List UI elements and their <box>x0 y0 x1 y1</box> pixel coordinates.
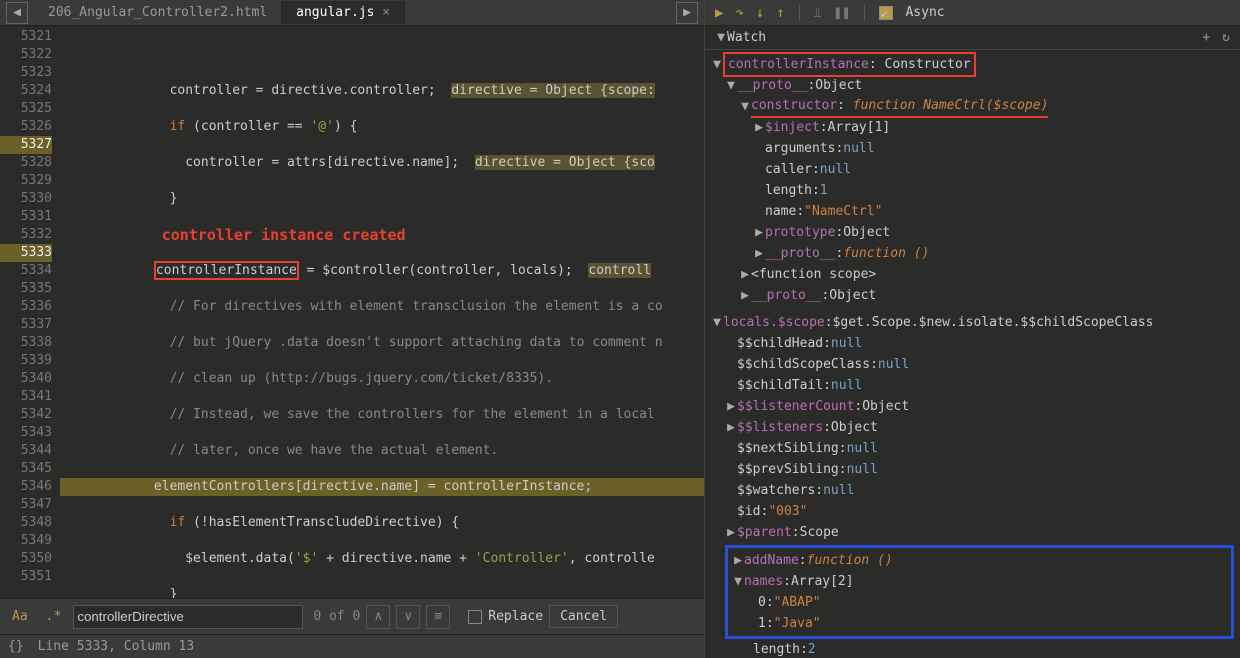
async-label: Async <box>905 5 944 20</box>
run-icon[interactable]: ▶ <box>676 2 698 24</box>
line-gutter: 532153225323532453255326 532753285329533… <box>0 26 60 598</box>
braces-icon[interactable]: {} <box>8 639 24 654</box>
highlight-box: controllerInstance <box>154 261 299 280</box>
search-input[interactable] <box>73 605 303 629</box>
constructor-highlight: constructor: function NameCtrl($scope) <box>751 95 1048 118</box>
tab-file2[interactable]: angular.js × <box>282 1 405 24</box>
filter-button[interactable]: ≡ <box>426 605 450 629</box>
search-bar: Aa .* 0 of 0 ∧ ∨ ≡ Replace Cancel <box>0 598 704 634</box>
cancel-button[interactable]: Cancel <box>549 605 618 628</box>
watch-entry-highlight: controllerInstance: Constructor <box>723 52 976 77</box>
replace-checkbox[interactable] <box>468 610 482 624</box>
deactivate-icon[interactable]: ⫫ <box>814 5 822 21</box>
search-count: 0 of 0 <box>313 609 360 624</box>
sidebar-toggle-icon[interactable]: ◀ <box>6 2 28 24</box>
code-editor[interactable]: 532153225323532453255326 532753285329533… <box>0 26 704 598</box>
resume-icon[interactable]: ▶ <box>715 5 723 21</box>
tab-file1[interactable]: 206_Angular_Controller2.html <box>34 1 282 24</box>
step-out-icon[interactable]: ↑ <box>776 5 784 21</box>
step-into-icon[interactable]: ↓ <box>756 5 764 21</box>
debug-toolbar: ▶ ↷ ↓ ↑ ⫫ ❚❚ ✓ Async <box>705 0 1240 26</box>
case-toggle[interactable]: Aa <box>6 607 34 626</box>
refresh-icon[interactable]: ↻ <box>1222 30 1230 45</box>
step-over-icon[interactable]: ↷ <box>735 5 743 21</box>
add-watch-icon[interactable]: + <box>1202 30 1210 45</box>
regex-toggle[interactable]: .* <box>40 607 68 626</box>
names-highlight-box: ▶addName: function () ▼names: Array[2] 0… <box>725 545 1234 639</box>
async-checkbox[interactable]: ✓ <box>879 6 893 20</box>
pause-icon[interactable]: ❚❚ <box>834 5 851 21</box>
watch-header[interactable]: ▼Watch +↻ <box>705 26 1240 50</box>
annotation-text: controller instance created <box>162 226 406 244</box>
watch-panel[interactable]: ▼controllerInstance: Constructor ▼__prot… <box>705 50 1240 658</box>
replace-label: Replace <box>488 609 543 624</box>
prev-match-button[interactable]: ∧ <box>366 605 390 629</box>
editor-tabs: ◀ 206_Angular_Controller2.html angular.j… <box>0 0 704 26</box>
cursor-position: Line 5333, Column 13 <box>38 639 195 654</box>
status-bar: {} Line 5333, Column 13 <box>0 634 704 658</box>
code-area[interactable]: controller = directive.controller; direc… <box>60 26 704 598</box>
next-match-button[interactable]: ∨ <box>396 605 420 629</box>
